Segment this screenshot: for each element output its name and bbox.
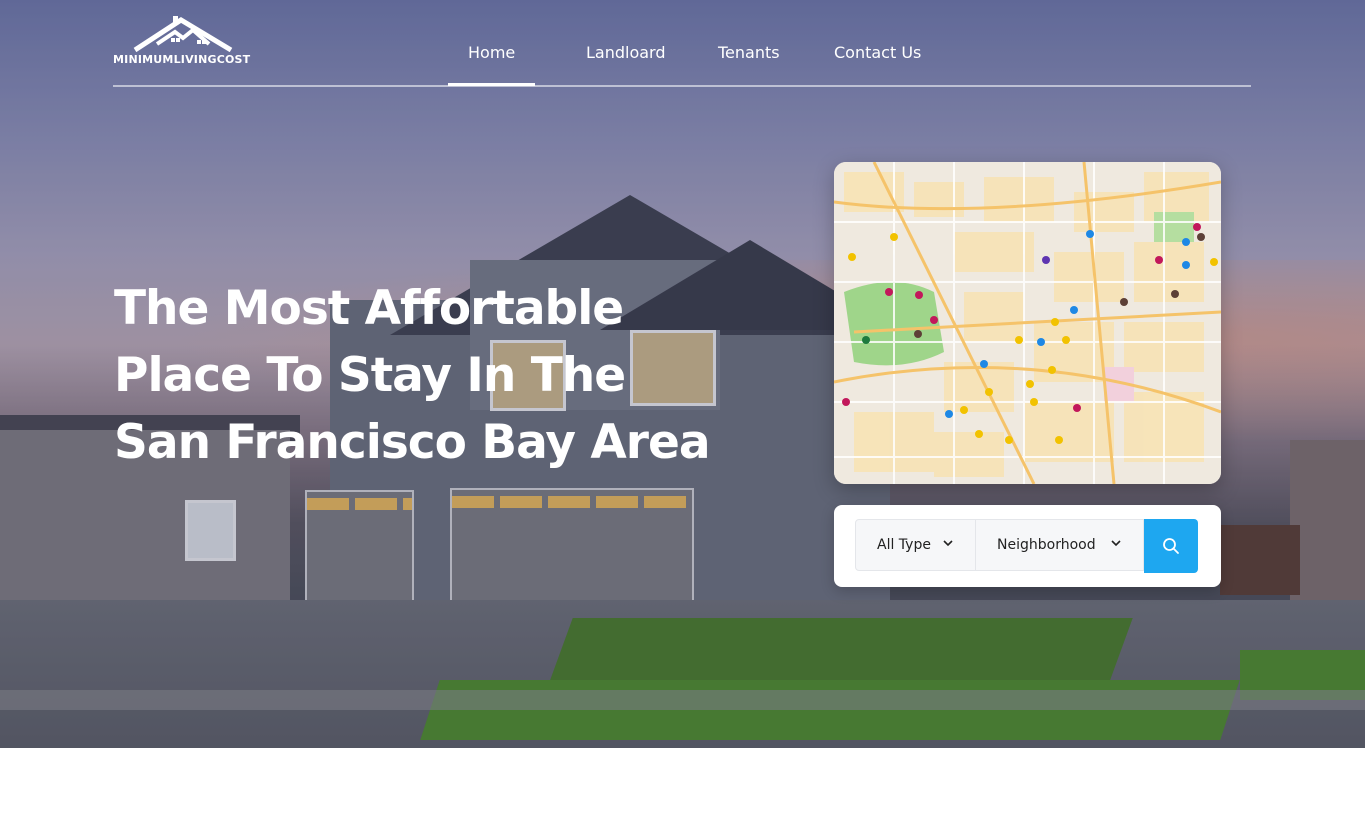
city-map — [834, 162, 1221, 484]
neighborhood-select-value: Neighborhood — [997, 537, 1096, 553]
nav-item-landlord[interactable]: Landloard — [586, 43, 666, 65]
nav-item-tenants[interactable]: Tenants — [718, 43, 780, 65]
house-roof-logo-icon — [133, 16, 233, 53]
brand-logo-text: MINIMUMLIVINGCOST — [113, 53, 251, 66]
nav-item-home[interactable]: Home — [468, 43, 515, 65]
neighborhood-select[interactable]: Neighborhood — [976, 519, 1144, 571]
type-select-value: All Type — [877, 537, 931, 553]
hero-headline-line: The Most Affortable — [114, 281, 624, 336]
property-search-bar: All Type Neighborhood — [834, 505, 1221, 587]
nav-active-indicator — [448, 83, 535, 86]
hero-headline-line: Place To Stay In The — [114, 348, 626, 403]
chevron-down-icon — [943, 540, 953, 547]
search-icon — [1163, 538, 1179, 554]
hero-headline: The Most Affortable Place To Stay In The… — [114, 275, 711, 476]
type-select[interactable]: All Type — [855, 519, 976, 571]
nav-item-contact-us[interactable]: Contact Us — [834, 43, 921, 65]
map-preview[interactable] — [834, 162, 1221, 484]
search-button[interactable] — [1144, 519, 1198, 573]
chevron-down-icon — [1111, 540, 1121, 547]
brand-logo[interactable]: MINIMUMLIVINGCOST — [113, 16, 258, 72]
hero-headline-line: San Francisco Bay Area — [114, 415, 711, 470]
nav-divider — [113, 85, 1251, 87]
